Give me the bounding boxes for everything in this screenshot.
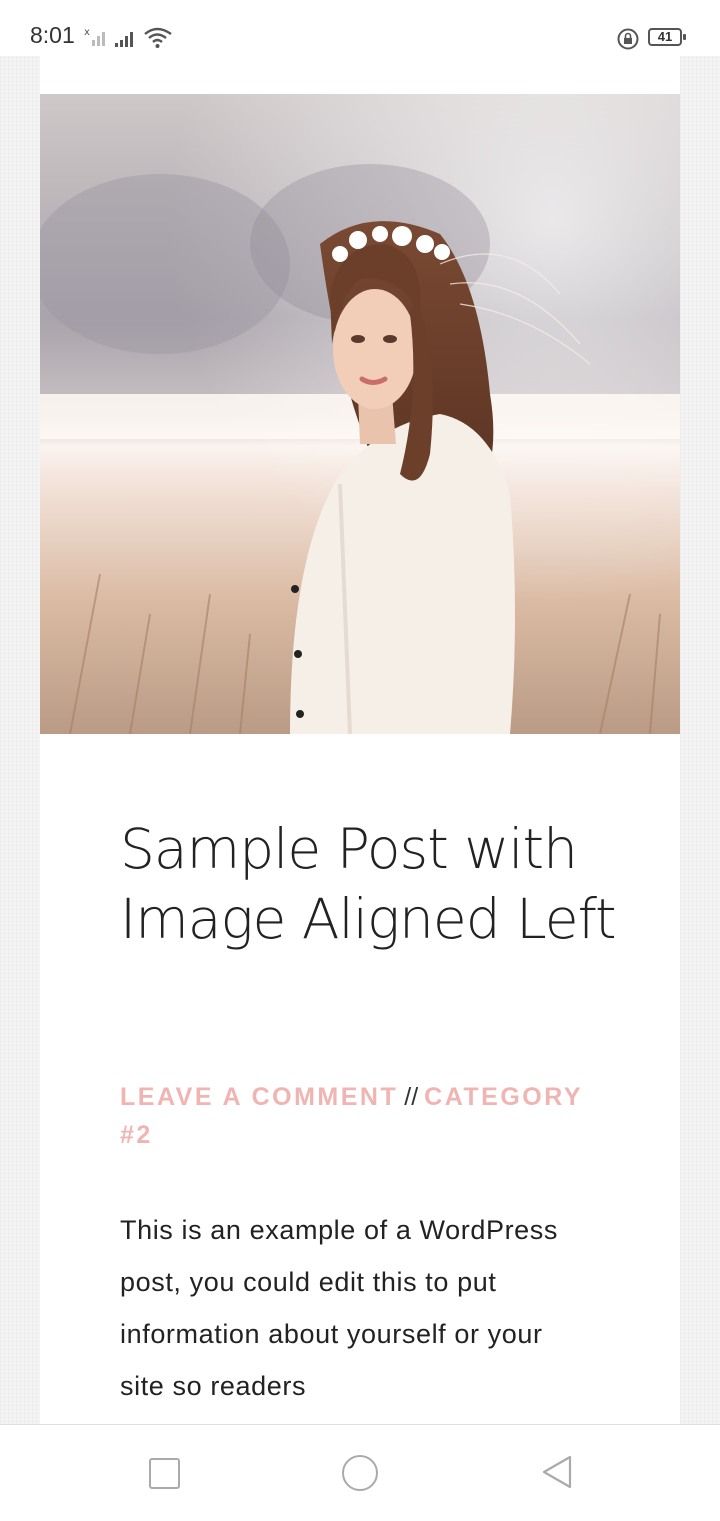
meta-separator: // bbox=[404, 1083, 419, 1111]
post-excerpt: This is an example of a WordPress post, … bbox=[120, 1215, 558, 1401]
leave-comment-link[interactable]: LEAVE A COMMENT bbox=[120, 1083, 398, 1111]
signal-strength-icon bbox=[115, 32, 133, 47]
battery-icon: 41 bbox=[648, 28, 686, 46]
post-title[interactable]: Sample Post with Image Aligned Left bbox=[120, 814, 620, 954]
rotation-lock-icon bbox=[617, 28, 639, 50]
post-card: Sample Post with Image Aligned Left LEAV… bbox=[40, 56, 680, 1426]
navigation-bar bbox=[0, 1424, 720, 1521]
back-triangle-icon[interactable] bbox=[540, 1454, 574, 1490]
post-featured-image[interactable] bbox=[40, 94, 680, 734]
status-bar: 8:01 x 41 bbox=[0, 0, 720, 56]
woman-in-field-photo-icon bbox=[40, 94, 680, 734]
wifi-icon bbox=[144, 27, 172, 48]
recents-square-icon[interactable] bbox=[149, 1458, 180, 1489]
home-circle-icon[interactable] bbox=[342, 1455, 378, 1491]
battery-level: 41 bbox=[657, 29, 673, 44]
svg-text:x: x bbox=[84, 27, 90, 38]
status-time: 8:01 bbox=[30, 22, 75, 48]
post-meta: LEAVE A COMMENT//CATEGORY #2 bbox=[120, 1078, 620, 1154]
signal-no-service-icon: x bbox=[84, 27, 105, 46]
